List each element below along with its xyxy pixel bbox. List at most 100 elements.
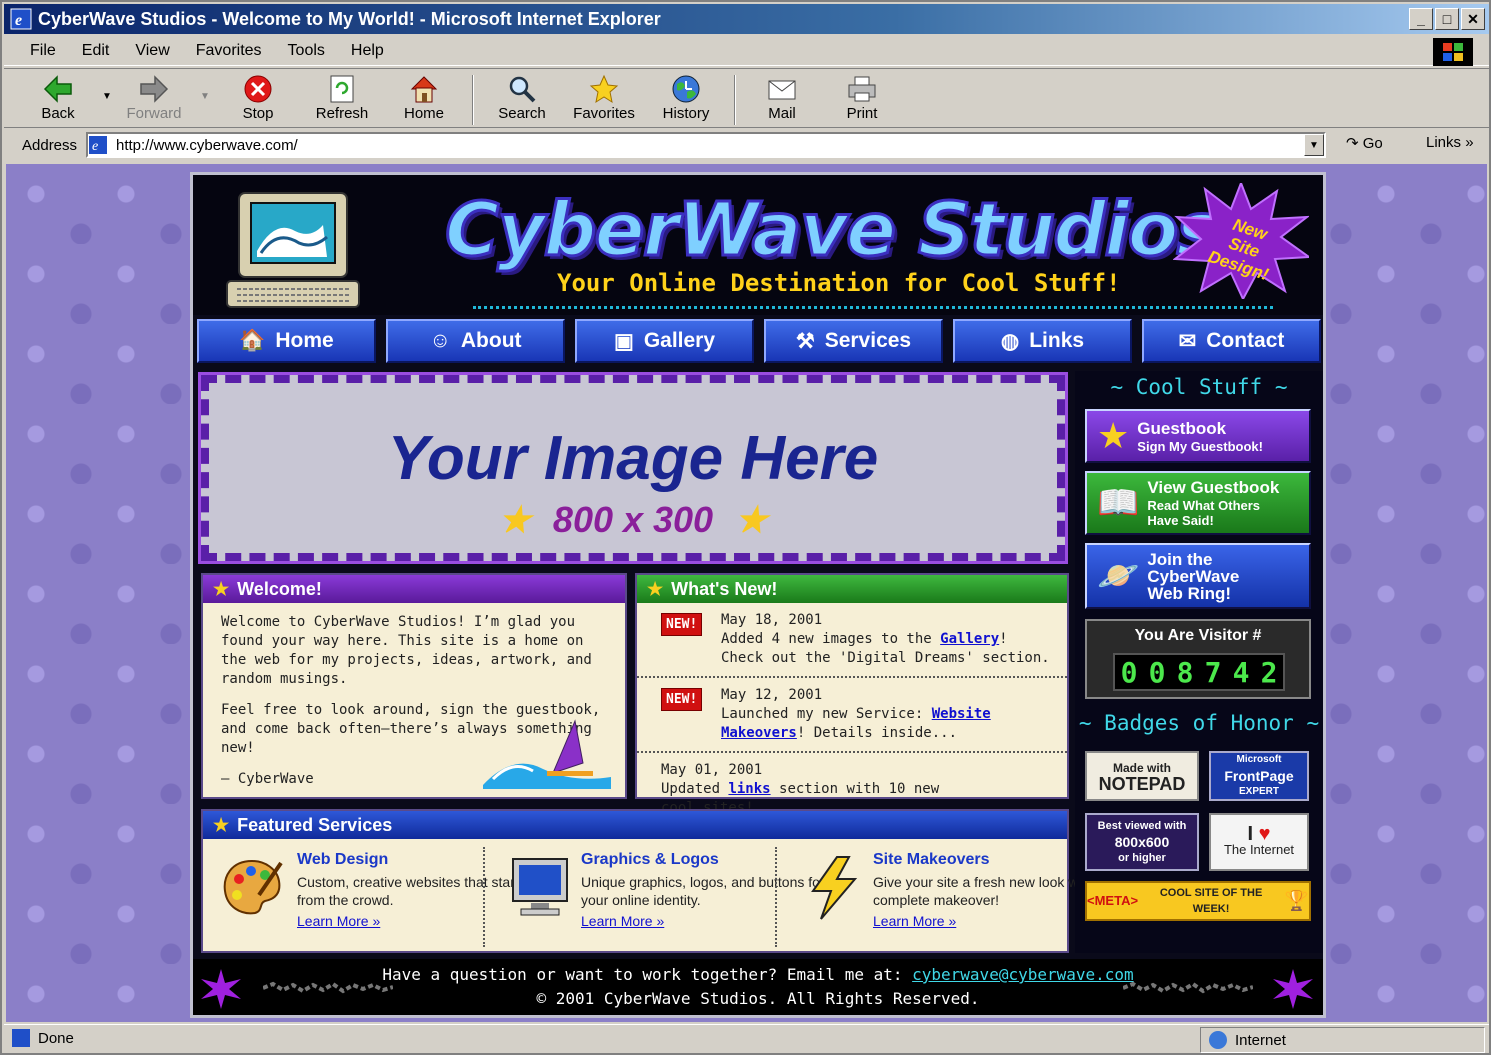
star-icon: ★	[735, 499, 768, 540]
page-viewport[interactable]: CyberWave Studios Your Online Destinatio…	[6, 164, 1487, 1022]
star-icon: ★	[498, 499, 531, 540]
cool-site-badge[interactable]: <META> COOL SITE OF THE WEEK! 🏆	[1085, 881, 1311, 921]
nav-label: Home	[275, 329, 334, 352]
news-text: ! Details inside...	[796, 725, 958, 741]
mail-button[interactable]: Mail	[742, 73, 822, 122]
back-dropdown-icon[interactable]: ▼	[102, 91, 112, 102]
counter-digit: 8	[1176, 655, 1194, 689]
home-button[interactable]: Home	[384, 73, 464, 122]
guestbook-button[interactable]: ★ Guestbook Sign My Guestbook!	[1085, 409, 1311, 463]
love-internet-badge[interactable]: I ♥ The Internet	[1209, 813, 1309, 871]
website-makeovers-link[interactable]: Makeovers	[721, 725, 797, 741]
status-bar: Done Internet	[4, 1024, 1489, 1054]
view-guestbook-subtitle: Have Said!	[1147, 513, 1214, 528]
back-button[interactable]: Back	[18, 73, 98, 122]
main-nav: 🏠 Home ☺ About ▣ Gallery ⚒ Services ◍ Links ✉…	[197, 319, 1321, 363]
nav-gallery[interactable]: ▣ Gallery	[575, 319, 754, 363]
maximize-button[interactable]: □	[1435, 8, 1459, 30]
nav-links[interactable]: ◍ Links	[953, 319, 1132, 363]
menu-tools[interactable]: Tools	[275, 42, 338, 60]
best-viewed-badge[interactable]: Best viewed with 800x600 or higher	[1085, 813, 1199, 871]
links-button[interactable]: Links »	[1426, 134, 1474, 151]
news-date: May 12, 2001	[721, 687, 823, 703]
email-link[interactable]: cyberwave@cyberwave.com	[912, 965, 1134, 984]
menu-edit[interactable]: Edit	[69, 42, 123, 60]
address-dropdown-icon[interactable]: ▼	[1304, 134, 1324, 156]
search-label: Search	[498, 105, 546, 122]
news-text: Added 4 new images to the	[721, 631, 941, 647]
forward-dropdown-icon[interactable]: ▼	[200, 91, 210, 102]
status-text: Done	[38, 1029, 74, 1047]
wave-divider	[473, 299, 1273, 309]
web-ring-line: Join the	[1147, 549, 1213, 569]
nav-services[interactable]: ⚒ Services	[764, 319, 943, 363]
refresh-label: Refresh	[315, 105, 369, 122]
toolbar: Back ▼ Forward ▼ Stop Refresh Home Searc…	[4, 68, 1489, 128]
badge-text: COOL SITE OF THE WEEK!	[1159, 887, 1263, 915]
badge-text: <META>	[1087, 893, 1139, 908]
nav-home[interactable]: 🏠 Home	[197, 319, 376, 363]
print-label: Print	[846, 105, 878, 122]
welcome-heading: Welcome!	[237, 578, 322, 599]
menu-file[interactable]: File	[4, 42, 69, 60]
counter-digit: 0	[1148, 655, 1166, 689]
history-button[interactable]: History	[646, 73, 726, 122]
news-text: Check out the 'Digital Dreams' section.	[721, 650, 1050, 666]
links-link[interactable]: links	[728, 781, 770, 797]
menu-view[interactable]: View	[122, 42, 182, 60]
sidebar: ~ Cool Stuff ~ ★ Guestbook Sign My Guestb…	[1075, 371, 1323, 953]
home-label: Home	[403, 105, 444, 122]
counter-digit: 2	[1260, 655, 1278, 689]
planet-icon: 🪐	[1097, 557, 1140, 595]
site-logo: CyberWave Studios	[444, 186, 1222, 275]
book-icon: 📖	[1097, 484, 1140, 522]
favorites-button[interactable]: Favorites	[564, 73, 644, 122]
stop-button[interactable]: Stop	[218, 73, 298, 122]
frontpage-badge[interactable]: Microsoft FrontPage EXPERT	[1209, 751, 1309, 801]
nav-contact[interactable]: ✉ Contact	[1142, 319, 1321, 363]
address-bar: Address e http://www.cyberwave.com/ ▼ ↷ …	[4, 130, 1489, 160]
mail-icon	[767, 73, 797, 105]
new-badge: NEW!	[661, 688, 703, 711]
badge-text: 800x600	[1114, 834, 1170, 850]
star-icon	[589, 73, 619, 105]
counter-digit: 4	[1232, 655, 1250, 689]
close-button[interactable]: ✕	[1461, 8, 1485, 30]
search-button[interactable]: Search	[482, 73, 562, 122]
news-text: section with 10 new	[770, 781, 940, 797]
menu-favorites[interactable]: Favorites	[183, 42, 275, 60]
zone-text: Internet	[1235, 1031, 1286, 1049]
gallery-link[interactable]: Gallery	[940, 631, 999, 647]
toolbar-separator	[734, 75, 736, 125]
chevron-right-icon: »	[1461, 134, 1474, 151]
print-button[interactable]: Print	[822, 73, 902, 122]
star-icon: ★	[213, 578, 230, 599]
visitor-label: You Are Visitor #	[1134, 627, 1262, 644]
svg-text:e: e	[15, 12, 22, 29]
news-item: NEW! May 12, 2001 Launched my new Servic…	[637, 678, 1067, 753]
nav-about[interactable]: ☺ About	[386, 319, 565, 363]
printer-icon	[847, 73, 877, 105]
toolbar-separator	[472, 75, 474, 125]
news-text: Updated	[661, 781, 729, 797]
monitor-icon	[512, 858, 568, 916]
refresh-button[interactable]: Refresh	[302, 73, 382, 122]
menu-help[interactable]: Help	[338, 42, 397, 60]
window-title: CyberWave Studios - Welcome to My World!…	[38, 8, 661, 29]
featured-services-panel: ★ Featured Services Web Design Custom, cr…	[201, 809, 1105, 953]
news-text: !	[999, 631, 1008, 647]
minimize-button[interactable]: _	[1409, 8, 1433, 30]
go-button[interactable]: ↷ Go	[1346, 134, 1383, 152]
nav-label: Links	[1029, 329, 1085, 352]
address-input[interactable]: e http://www.cyberwave.com/ ▼	[86, 132, 1326, 158]
notepad-badge[interactable]: Made with NOTEPAD	[1085, 751, 1199, 801]
forward-arrow-icon	[139, 73, 169, 105]
forward-button[interactable]: Forward	[114, 73, 194, 122]
whats-new-header: ★ What's New!	[637, 575, 1067, 603]
website-makeovers-link[interactable]: Website	[932, 706, 991, 722]
web-ring-button[interactable]: 🪐 Join the CyberWave Web Ring!	[1085, 543, 1311, 609]
go-label: Go	[1362, 135, 1383, 152]
news-item: NEW! May 18, 2001 Added 4 new images to …	[637, 603, 1067, 678]
view-guestbook-button[interactable]: 📖 View Guestbook Read What Others Have Sai…	[1085, 471, 1311, 535]
news-date: May 18, 2001	[721, 612, 823, 628]
